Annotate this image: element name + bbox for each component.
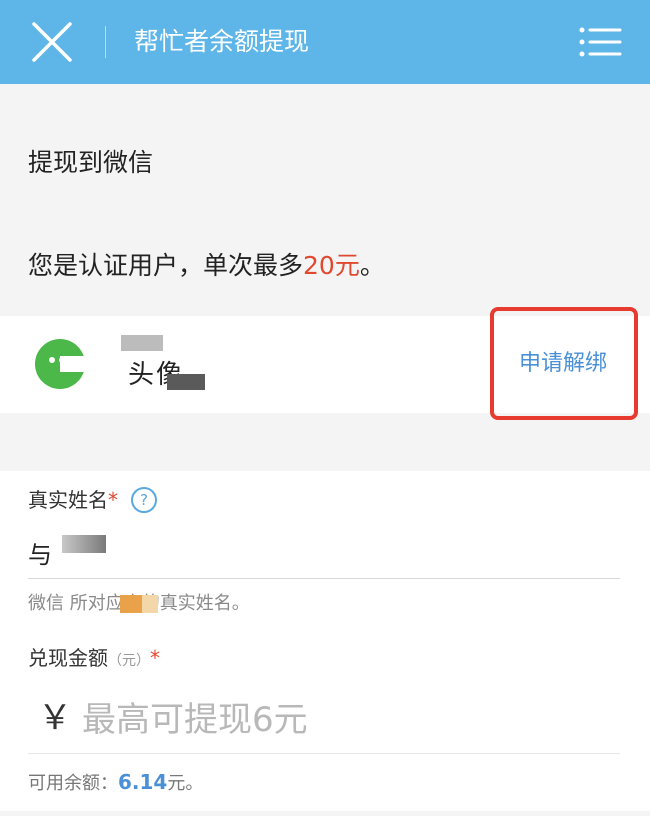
apply-unbind-link[interactable]: 申请解绑 <box>519 346 607 382</box>
close-icon[interactable] <box>30 20 74 64</box>
limit-amount: 20元 <box>303 251 360 280</box>
withdraw-limit-text: 您是认证用户，单次最多20元。 <box>28 246 385 286</box>
page-title: 帮忙者余额提现 <box>134 27 310 56</box>
limit-suffix: 。 <box>359 251 385 280</box>
header-divider <box>105 26 106 58</box>
balance-value: 6.14 <box>118 770 168 794</box>
balance-suffix: 元。 <box>167 773 204 794</box>
real-name-input[interactable] <box>28 527 620 579</box>
amount-unit: （元） <box>108 653 150 669</box>
withdraw-form: 真实姓名* ? 微信 所对应人的真实姓名。 兑现金额（元）* ￥ 可用余额：6.… <box>0 471 650 811</box>
masked-hint-block <box>120 595 142 613</box>
required-mark: * <box>108 488 118 512</box>
amount-label: 兑现金额（元）* <box>28 643 160 676</box>
wechat-account-card: 头像 申请解绑 <box>0 316 650 413</box>
masked-hint-block-light <box>142 595 158 613</box>
real-name-label-text: 真实姓名 <box>28 488 108 512</box>
masked-name-block <box>62 535 106 553</box>
amount-divider <box>28 753 620 754</box>
currency-symbol: ￥ <box>38 698 72 738</box>
masked-account-name <box>121 335 163 351</box>
available-balance: 可用余额：6.14元。 <box>28 767 203 799</box>
top-bar: 帮忙者余额提现 <box>0 0 650 84</box>
limit-prefix: 您是认证用户，单次最多 <box>28 251 304 280</box>
masked-account-block <box>167 374 205 390</box>
withdraw-destination-title: 提现到微信 <box>28 148 154 177</box>
real-name-label: 真实姓名* <box>28 485 118 515</box>
wechat-logo-icon <box>35 339 86 389</box>
withdraw-amount-input[interactable] <box>82 693 622 747</box>
amount-required-mark: * <box>150 646 160 670</box>
help-icon[interactable]: ? <box>131 487 157 513</box>
balance-label: 可用余额： <box>28 773 118 794</box>
menu-list-icon[interactable] <box>578 26 622 58</box>
amount-label-text: 兑现金额 <box>28 646 108 670</box>
